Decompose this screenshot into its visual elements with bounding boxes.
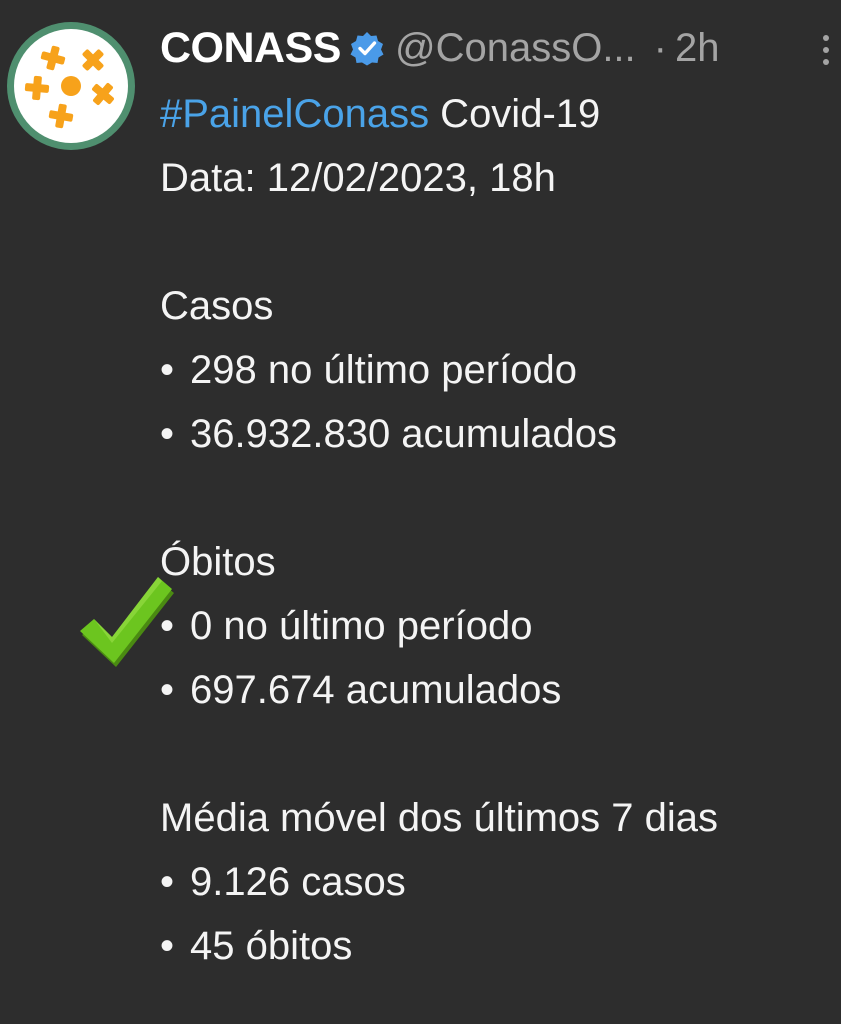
- list-item: • 298 no último período: [160, 348, 577, 392]
- list-item: • 45 óbitos: [160, 924, 353, 968]
- tweet[interactable]: CONASS @ConassO... · 2h #PainelConass Co…: [0, 0, 841, 1024]
- section-heading: Média móvel dos últimos 7 dias: [160, 796, 719, 840]
- timestamp[interactable]: 2h: [675, 26, 720, 71]
- hashtag-link[interactable]: #PainelConass: [160, 92, 429, 136]
- tweet-header: CONASS @ConassO... · 2h: [160, 18, 830, 78]
- list-item: • 36.932.830 acumulados: [160, 412, 617, 456]
- verified-badge-icon: [349, 30, 385, 66]
- avatar[interactable]: [7, 22, 135, 150]
- more-options-icon[interactable]: [819, 34, 833, 68]
- title-line: #PainelConass Covid-19: [160, 82, 840, 146]
- display-name[interactable]: CONASS: [160, 24, 341, 73]
- user-handle[interactable]: @ConassO...: [395, 26, 636, 71]
- list-item: • 0 no último período: [160, 604, 533, 648]
- section-heading: Casos: [160, 284, 274, 328]
- list-item: • 9.126 casos: [160, 860, 406, 904]
- green-check-icon: [78, 575, 178, 675]
- list-item: • 697.674 acumulados: [160, 668, 562, 712]
- conass-logo-icon: [14, 29, 128, 143]
- section-heading: Óbitos: [160, 540, 276, 584]
- separator-dot: ·: [653, 25, 667, 70]
- date-line: Data: 12/02/2023, 18h: [160, 156, 556, 200]
- title-rest: Covid-19: [429, 92, 601, 136]
- tweet-text: #PainelConass Covid-19 Data: 12/02/2023,…: [160, 82, 840, 978]
